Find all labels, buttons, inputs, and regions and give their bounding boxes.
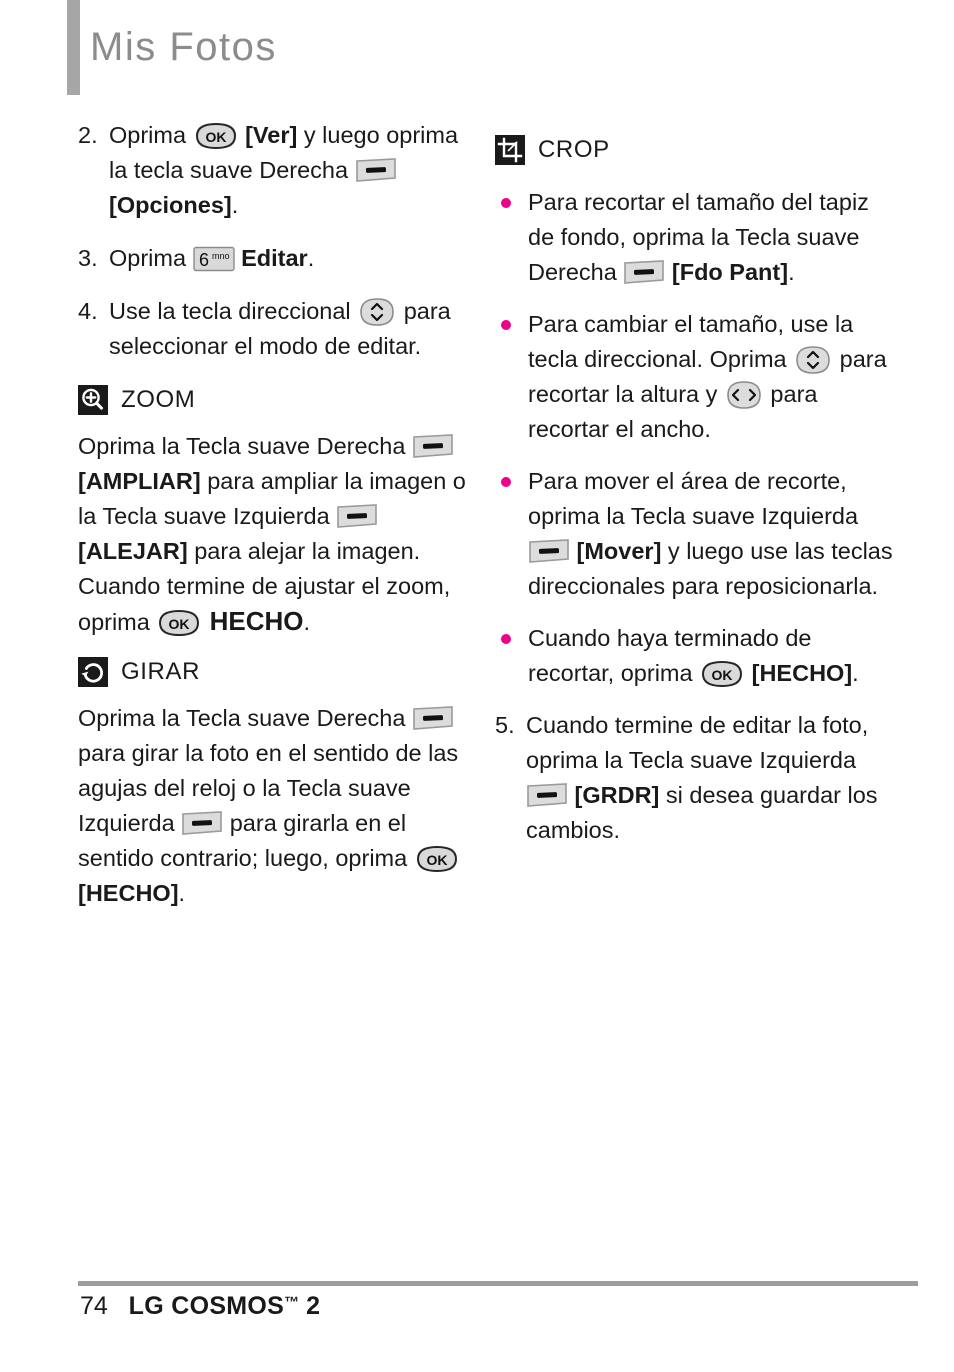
numbered-step: 3. Oprima 6 mno Editar. xyxy=(78,241,468,276)
body-text: Oprima la Tecla suave Derecha xyxy=(78,705,412,731)
left-column: 2. Oprima OK [Ver] y luego oprima la tecl… xyxy=(78,118,468,917)
step-text: Use la tecla direccional para selecciona… xyxy=(109,294,468,364)
step-number: 3. xyxy=(78,245,98,271)
zoom-instructions: Oprima la Tecla suave Derecha [AMPLIAR] … xyxy=(78,429,468,640)
soft-key xyxy=(336,503,378,529)
num6-key: 6 mno xyxy=(192,246,235,272)
page-header: Mis Fotos xyxy=(0,0,954,100)
soft-key xyxy=(623,259,665,285)
bullet-item: Cuando haya terminado de recortar, oprim… xyxy=(495,621,895,691)
mode-heading-rotate: GIRAR xyxy=(78,654,468,689)
header-accent-bar xyxy=(67,0,80,95)
soft-key xyxy=(412,705,454,731)
emphasis-text: HECHO xyxy=(202,606,304,636)
body-text: . xyxy=(852,660,859,686)
trademark-symbol: ™ xyxy=(284,1294,300,1311)
body-text: . xyxy=(307,245,315,271)
bullet-text: Para cambiar el tamaño, use la tecla dir… xyxy=(528,311,887,442)
step-number: 4. xyxy=(78,298,98,324)
body-text: Use la tecla direccional xyxy=(109,298,358,324)
step-text: Oprima OK [Ver] y luego oprima la tecla … xyxy=(109,118,468,223)
footer-divider xyxy=(78,1281,918,1286)
body-text: . xyxy=(303,609,311,635)
emphasis-text: [HECHO] xyxy=(78,880,179,906)
mode-heading-zoom: ZOOM xyxy=(78,382,468,417)
emphasis-text: [Fdo Pant] xyxy=(665,259,789,285)
svg-text:OK: OK xyxy=(205,129,226,145)
mode-heading-crop: CROP xyxy=(495,132,895,167)
right-column: CROP Para recortar el tamaño del tapiz de… xyxy=(495,118,895,866)
bullet-text: Para recortar el tamaño del tapiz de fon… xyxy=(528,189,869,285)
svg-text:OK: OK xyxy=(169,616,190,632)
bullet-text: Cuando haya terminado de recortar, oprim… xyxy=(528,625,859,688)
mode-label: CROP xyxy=(538,136,610,163)
mode-label: ZOOM xyxy=(121,386,196,413)
bullet-item: Para recortar el tamaño del tapiz de fon… xyxy=(495,185,895,290)
svg-text:OK: OK xyxy=(426,852,447,868)
step-number: 5. xyxy=(495,712,515,738)
soft-key xyxy=(181,810,223,836)
bullet-dot-icon xyxy=(501,477,511,487)
bullet-item: Para mover el área de recorte, oprima la… xyxy=(495,464,895,604)
emphasis-text: [Opciones] xyxy=(109,192,232,218)
footer: 74 LG COSMOS™ 2 xyxy=(80,1292,320,1321)
numbered-step: 5. Cuando termine de editar la foto, opri… xyxy=(495,708,895,848)
emphasis-text: [HECHO] xyxy=(745,660,853,686)
step-text: Cuando termine de editar la foto, oprima… xyxy=(526,708,895,848)
rotate-instructions: Oprima la Tecla suave Derecha para girar… xyxy=(78,701,468,911)
emphasis-text: [ALEJAR] xyxy=(78,538,188,564)
ok-key: OK xyxy=(193,122,239,150)
rotate-icon xyxy=(78,656,108,687)
numbered-step: 2. Oprima OK [Ver] y luego oprima la tecl… xyxy=(78,118,468,223)
body-text: Cuando termine de editar la foto, oprima… xyxy=(526,712,869,773)
soft-key xyxy=(412,433,454,459)
page-title: Mis Fotos xyxy=(90,25,277,69)
crop-bullet-list: Para recortar el tamaño del tapiz de fon… xyxy=(495,185,895,691)
ok-key: OK xyxy=(156,609,202,637)
svg-text:6: 6 xyxy=(199,250,209,270)
emphasis-text: Editar xyxy=(234,245,308,271)
nav-updown-key xyxy=(793,345,833,375)
footer-model-name: LG COSMOS xyxy=(128,1292,285,1320)
body-text: . xyxy=(788,259,795,285)
soft-key xyxy=(526,782,568,808)
footer-model-version: 2 xyxy=(306,1292,321,1320)
emphasis-text: [AMPLIAR] xyxy=(78,468,201,494)
footer-page-number: 74 xyxy=(80,1292,108,1320)
emphasis-text: [Mover] xyxy=(570,538,662,564)
ok-key: OK xyxy=(699,660,745,688)
ok-key: OK xyxy=(414,845,460,873)
step-number: 2. xyxy=(78,122,98,148)
emphasis-text: [Ver] xyxy=(238,122,298,148)
step-text: Oprima 6 mno Editar. xyxy=(109,241,468,276)
body-text: . xyxy=(178,880,186,906)
bullet-text: Para mover el área de recorte, oprima la… xyxy=(528,468,893,599)
mode-label: GIRAR xyxy=(121,658,201,685)
bullet-dot-icon xyxy=(501,634,511,644)
body-text: Oprima la Tecla suave Derecha xyxy=(78,433,412,459)
body-text: Oprima xyxy=(109,245,193,271)
crop-icon xyxy=(495,134,525,165)
numbered-step: 4. Use la tecla direccional para seleccio… xyxy=(78,294,468,364)
body-text: . xyxy=(231,192,239,218)
body-text: Para mover el área de recorte, oprima la… xyxy=(528,468,859,529)
svg-text:OK: OK xyxy=(712,667,733,683)
zoom-icon xyxy=(78,384,108,415)
bullet-item: Para cambiar el tamaño, use la tecla dir… xyxy=(495,307,895,447)
bullet-dot-icon xyxy=(501,198,511,208)
svg-text:mno: mno xyxy=(212,251,230,261)
soft-key xyxy=(528,538,570,564)
body-text: Oprima xyxy=(109,122,193,148)
soft-key xyxy=(355,157,397,183)
emphasis-text: [GRDR] xyxy=(568,782,660,808)
nav-leftright-key xyxy=(724,380,764,410)
bullet-dot-icon xyxy=(501,320,511,330)
nav-updown-key xyxy=(357,297,397,327)
